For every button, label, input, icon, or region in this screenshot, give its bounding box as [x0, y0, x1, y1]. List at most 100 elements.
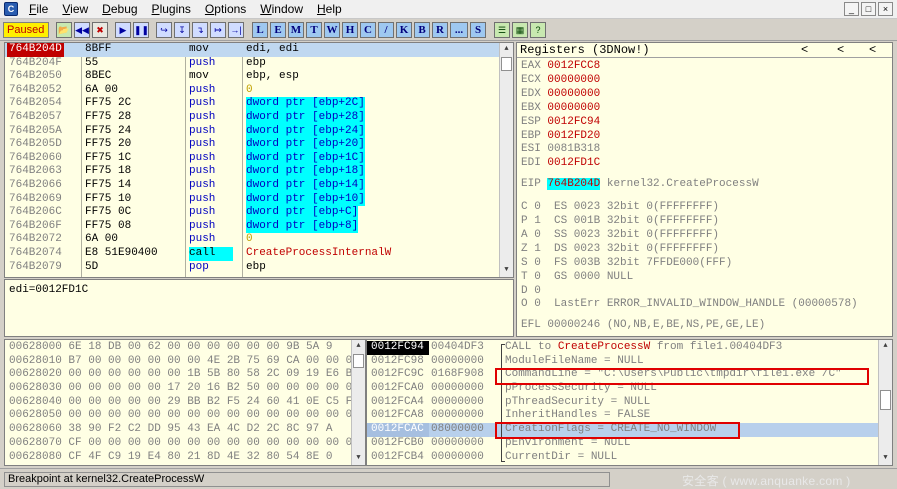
menu-help[interactable]: Help	[310, 0, 349, 18]
dump-row[interactable]: 00628050 00 00 00 00 00 00 00 00 00 00 0…	[5, 409, 365, 423]
register-value[interactable]: 00000000	[547, 102, 600, 114]
stack-pane[interactable]: 0012FC94 00404DF3 CALL to CreateProcessW f…	[366, 339, 893, 466]
menu-options[interactable]: Options	[198, 0, 253, 18]
register-edx[interactable]: EDX 00000000	[521, 88, 600, 100]
disassembly-row[interactable]: 764B2069 FF75 10 push dword ptr [ebp+10]	[5, 192, 513, 207]
register-value[interactable]: 00000000	[547, 74, 600, 86]
disassembly-pane[interactable]: 764B204D 8BFF mov edi, edi 764B204F 55 push ebp…	[4, 42, 514, 278]
pause-icon[interactable]: ❚❚	[133, 21, 149, 38]
window-button-m[interactable]: M	[288, 21, 304, 38]
registers-nav-left-icon[interactable]: <	[801, 43, 808, 58]
minimize-icon[interactable]: _	[844, 2, 859, 16]
disassembly-row[interactable]: 764B2050 8BEC mov ebp, esp	[5, 70, 513, 84]
register-ebp[interactable]: EBP 0012FD20	[521, 130, 600, 142]
scroll-up-icon[interactable]: ▲	[352, 340, 365, 353]
flag-segment-row[interactable]: O 0 LastErr ERROR_INVALID_WINDOW_HANDLE …	[521, 298, 858, 310]
window-button-s[interactable]: S	[470, 21, 486, 38]
disassembly-row[interactable]: 764B2060 FF75 1C push dword ptr [ebp+1C]	[5, 151, 513, 166]
disassembly-scrollbar[interactable]: ▲ ▼	[499, 43, 513, 277]
scroll-thumb[interactable]	[353, 354, 364, 368]
menu-file[interactable]: File	[22, 0, 55, 18]
disassembly-row[interactable]: 764B206F FF75 08 push dword ptr [ebp+8]	[5, 219, 513, 234]
restore-icon[interactable]: □	[861, 2, 876, 16]
dump-scrollbar[interactable]: ▲ ▼	[351, 340, 365, 465]
window-button-b[interactable]: B	[414, 21, 430, 38]
flag-segment-row[interactable]: S 0 FS 003B 32bit 7FFDE000(FFF)	[521, 257, 732, 269]
flag-segment-row[interactable]: P 1 CS 001B 32bit 0(FFFFFFFF)	[521, 215, 719, 227]
registers-nav-prev-icon[interactable]: <	[837, 43, 844, 58]
register-esi[interactable]: ESI 0081B318	[521, 143, 600, 155]
stack-row[interactable]: 0012FCB4 00000000 CurrentDir = NULL	[367, 451, 892, 465]
stack-row[interactable]: 0012FC98 00000000 ModuleFileName = NULL	[367, 355, 892, 369]
trace-over-icon[interactable]: ↦	[210, 21, 226, 38]
flag-segment-row[interactable]: Z 1 DS 0023 32bit 0(FFFFFFFF)	[521, 243, 719, 255]
close-program-icon[interactable]: ✖	[92, 21, 108, 38]
registers-nav-back-icon[interactable]: <	[869, 43, 876, 58]
menu-plugins[interactable]: Plugins	[145, 0, 198, 18]
stack-row[interactable]: 0012FC94 00404DF3 CALL to CreateProcessW f…	[367, 341, 892, 355]
dump-row[interactable]: 00628010 B7 00 00 00 00 00 00 4E 2B 75 6…	[5, 355, 365, 369]
window-button-more[interactable]: ...	[450, 21, 468, 38]
register-eip[interactable]: EIP 764B204D kernel32.CreateProcessW	[521, 178, 759, 191]
app-icon[interactable]: C	[4, 2, 18, 16]
scroll-up-icon[interactable]: ▲	[879, 340, 892, 353]
scroll-down-icon[interactable]: ▼	[352, 452, 365, 465]
scroll-down-icon[interactable]: ▼	[879, 452, 892, 465]
open-icon[interactable]: 📂	[56, 21, 72, 38]
dump-row[interactable]: 00628000 6E 18 DB 00 62 00 00 00 00 00 0…	[5, 341, 365, 355]
dump-row[interactable]: 00628040 00 00 00 00 00 29 BB B2 F5 24 6…	[5, 396, 365, 410]
close-icon[interactable]: ×	[878, 2, 893, 16]
register-value[interactable]: 0012FCC8	[547, 60, 600, 72]
stack-scrollbar[interactable]: ▲ ▼	[878, 340, 892, 465]
scroll-up-icon[interactable]: ▲	[500, 43, 513, 56]
trace-into-icon[interactable]: ↴	[192, 21, 208, 38]
scroll-thumb[interactable]	[501, 57, 512, 71]
scroll-down-icon[interactable]: ▼	[500, 264, 513, 277]
dump-row[interactable]: 00628060 38 90 F2 C2 DD 95 43 EA 4C D2 2…	[5, 423, 365, 437]
window-button-slash[interactable]: /	[378, 21, 394, 38]
register-value[interactable]: 764B204D	[547, 178, 601, 191]
disassembly-row[interactable]: 764B2054 FF75 2C push dword ptr [ebp+2C]	[5, 97, 513, 111]
list-icon[interactable]: ☰	[494, 21, 510, 38]
disassembly-row[interactable]: 764B206C FF75 0C push dword ptr [ebp+C]	[5, 206, 513, 220]
disassembly-row[interactable]: 764B205D FF75 20 push dword ptr [ebp+20]	[5, 138, 513, 152]
register-esp[interactable]: ESP 0012FC94	[521, 116, 600, 128]
flag-segment-row[interactable]: D 0	[521, 285, 541, 297]
window-button-w[interactable]: W	[324, 21, 340, 38]
dump-row[interactable]: 00628030 00 00 00 00 00 17 20 16 B2 50 0…	[5, 382, 365, 396]
register-ebx[interactable]: EBX 00000000	[521, 102, 600, 114]
disassembly-row[interactable]: 764B204D 8BFF mov edi, edi	[5, 43, 513, 57]
help-icon[interactable]: ?	[530, 21, 546, 38]
stack-row[interactable]: 0012FCA4 00000000 pThreadSecurity = NULL	[367, 396, 892, 410]
dump-row[interactable]: 00628020 00 00 00 00 00 00 1B 5B 80 58 2…	[5, 368, 365, 382]
window-button-c[interactable]: C	[360, 21, 376, 38]
register-value[interactable]: 00000000	[547, 88, 600, 100]
disassembly-row[interactable]: 764B2063 FF75 18 push dword ptr [ebp+18]	[5, 165, 513, 179]
run-icon[interactable]: ▶	[115, 21, 131, 38]
step-over-icon[interactable]: ↧	[174, 21, 190, 38]
restart-icon[interactable]: ◀◀	[74, 21, 90, 38]
flag-segment-row[interactable]: T 0 GS 0000 NULL	[521, 271, 633, 283]
register-value[interactable]: 0012FC94	[547, 116, 600, 128]
register-value[interactable]: 0012FD20	[547, 130, 600, 142]
disassembly-row[interactable]: 764B2057 FF75 28 push dword ptr [ebp+28]	[5, 110, 513, 125]
menu-window[interactable]: Window	[253, 0, 310, 18]
flag-segment-row[interactable]: C 0 ES 0023 32bit 0(FFFFFFFF)	[521, 201, 719, 213]
window-button-l[interactable]: L	[252, 21, 268, 38]
menu-view[interactable]: View	[55, 0, 95, 18]
flag-segment-row[interactable]: A 0 SS 0023 32bit 0(FFFFFFFF)	[521, 229, 719, 241]
menu-debug[interactable]: Debug	[95, 0, 144, 18]
step-into-icon[interactable]: ↪	[156, 21, 172, 38]
disassembly-row[interactable]: 764B2066 FF75 14 push dword ptr [ebp+14]	[5, 178, 513, 193]
disassembly-row[interactable]: 764B2074 E8 51E90400 call CreateProcessInte…	[5, 246, 513, 261]
disassembly-row[interactable]: 764B2052 6A 00 push 0	[5, 84, 513, 98]
dump-row[interactable]: 00628080 CF 4F C9 19 E4 80 21 8D 4E 32 8…	[5, 451, 365, 465]
register-value[interactable]: 0081B318	[547, 143, 600, 155]
memory-dump-pane[interactable]: 00628000 6E 18 DB 00 62 00 00 00 00 00 0…	[4, 339, 366, 466]
grid-icon[interactable]: ▦	[512, 21, 528, 38]
disassembly-row[interactable]: 764B204F 55 push ebp	[5, 57, 513, 71]
disassembly-row[interactable]: 764B205A FF75 24 push dword ptr [ebp+24]	[5, 124, 513, 139]
window-button-k[interactable]: K	[396, 21, 412, 38]
window-button-h[interactable]: H	[342, 21, 358, 38]
disassembly-row[interactable]: 764B2079 5D pop ebp	[5, 261, 513, 275]
